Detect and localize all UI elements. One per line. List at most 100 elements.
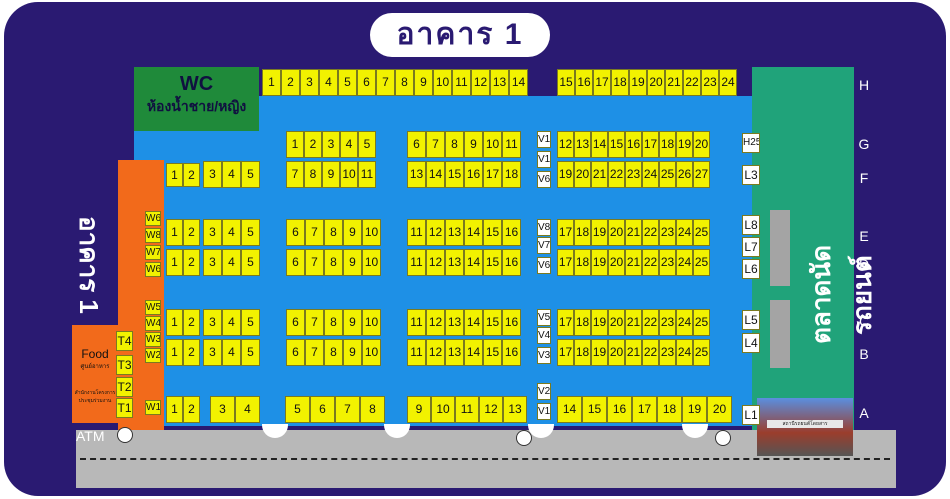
booth-8: 8 [304, 161, 322, 188]
booth-24: 24 [676, 219, 693, 246]
booth-4: 4 [235, 396, 260, 423]
booth-8: 8 [324, 309, 343, 336]
booth-16: 16 [607, 396, 632, 423]
booth-14: 14 [464, 339, 483, 366]
booth-23: 23 [625, 161, 642, 188]
booth-24: 24 [676, 309, 693, 336]
booth-12: 12 [426, 249, 445, 276]
booth-25: 25 [693, 339, 710, 366]
booth-18: 18 [574, 309, 591, 336]
booth-16: 16 [575, 69, 593, 96]
row-label-d: D [858, 256, 870, 272]
booth-13: 13 [503, 396, 527, 423]
booth-11: 11 [407, 249, 426, 276]
booth-10: 10 [431, 396, 455, 423]
booth-25: 25 [693, 219, 710, 246]
booth-15: 15 [557, 69, 575, 96]
wc-label: WC [179, 73, 214, 95]
booth-17: 17 [557, 249, 574, 276]
booth-4: 4 [222, 219, 241, 246]
wc-area: WC ห้องน้ำชาย/หญิง [134, 67, 259, 131]
booth-17: 17 [593, 69, 611, 96]
booth-1: 1 [166, 396, 183, 423]
row-label-e: E [859, 228, 869, 244]
booth-v6: V6 [537, 171, 551, 188]
booth-9: 9 [343, 339, 362, 366]
booth-l4: L4 [742, 333, 760, 353]
booth-22: 22 [608, 161, 625, 188]
booth-8: 8 [445, 131, 464, 158]
booth-22: 22 [642, 219, 659, 246]
booth-17: 17 [557, 309, 574, 336]
booth-13: 13 [445, 249, 464, 276]
booth-21: 21 [625, 339, 642, 366]
booth-17: 17 [557, 219, 574, 246]
booth-4: 4 [222, 161, 241, 188]
booth-t2: T2 [116, 377, 133, 397]
booth-10: 10 [340, 161, 358, 188]
booth-5: 5 [358, 131, 376, 158]
row-label-h: H [858, 77, 870, 93]
booth-26: 26 [676, 161, 693, 188]
booth-4: 4 [222, 339, 241, 366]
booth-15: 15 [445, 161, 464, 188]
booth-16: 16 [625, 131, 642, 158]
booth-15: 15 [483, 339, 502, 366]
booth-3: 3 [203, 249, 222, 276]
booth-4: 4 [319, 69, 338, 96]
booth-10: 10 [362, 309, 381, 336]
booth-6: 6 [310, 396, 335, 423]
booth-1: 1 [166, 249, 183, 276]
booth-w3: W3 [145, 332, 161, 347]
booth-7: 7 [376, 69, 395, 96]
booth-21: 21 [625, 309, 642, 336]
booth-15: 15 [483, 309, 502, 336]
booth-13: 13 [445, 309, 464, 336]
booth-13: 13 [490, 69, 509, 96]
booth-t3: T3 [116, 355, 133, 375]
booth-23: 23 [659, 249, 676, 276]
food-thai-label: ศูนย์อาหาร [80, 364, 110, 370]
booth-8: 8 [324, 249, 343, 276]
entrance-icon [117, 427, 133, 443]
booth-18: 18 [611, 69, 629, 96]
booth-23: 23 [659, 339, 676, 366]
booth-7: 7 [305, 249, 324, 276]
booth-15: 15 [483, 219, 502, 246]
booth-23: 23 [659, 309, 676, 336]
booth-18: 18 [574, 219, 591, 246]
booth-13: 13 [574, 131, 591, 158]
row-label-b: B [859, 346, 869, 362]
booth-5: 5 [241, 249, 260, 276]
booth-t1: T1 [116, 398, 133, 418]
booth-22: 22 [683, 69, 701, 96]
booth-22: 22 [642, 339, 659, 366]
booth-20: 20 [608, 249, 625, 276]
booth-v4: V4 [537, 327, 551, 344]
row-label-f: F [859, 170, 869, 186]
booth-7: 7 [335, 396, 360, 423]
booth-3: 3 [300, 69, 319, 96]
booth-5: 5 [241, 339, 260, 366]
booth-w7: W7 [145, 245, 161, 260]
booth-12: 12 [479, 396, 503, 423]
row-label-c: C [858, 313, 870, 329]
booth-20: 20 [608, 339, 625, 366]
booth-15: 15 [608, 131, 625, 158]
booth-11: 11 [358, 161, 376, 188]
booth-1: 1 [166, 309, 183, 336]
market-block-top [770, 210, 790, 286]
booth-7: 7 [286, 161, 304, 188]
booth-v8: V8 [537, 219, 551, 236]
road-centerline [80, 458, 890, 460]
booth-14: 14 [591, 131, 608, 158]
booth-9: 9 [343, 219, 362, 246]
booth-12: 12 [426, 339, 445, 366]
booth-3: 3 [203, 339, 222, 366]
booth-14: 14 [464, 309, 483, 336]
booth-6: 6 [407, 131, 426, 158]
booth-20: 20 [608, 219, 625, 246]
booth-11: 11 [502, 131, 521, 158]
booth-1: 1 [286, 131, 304, 158]
booth-10: 10 [483, 131, 502, 158]
